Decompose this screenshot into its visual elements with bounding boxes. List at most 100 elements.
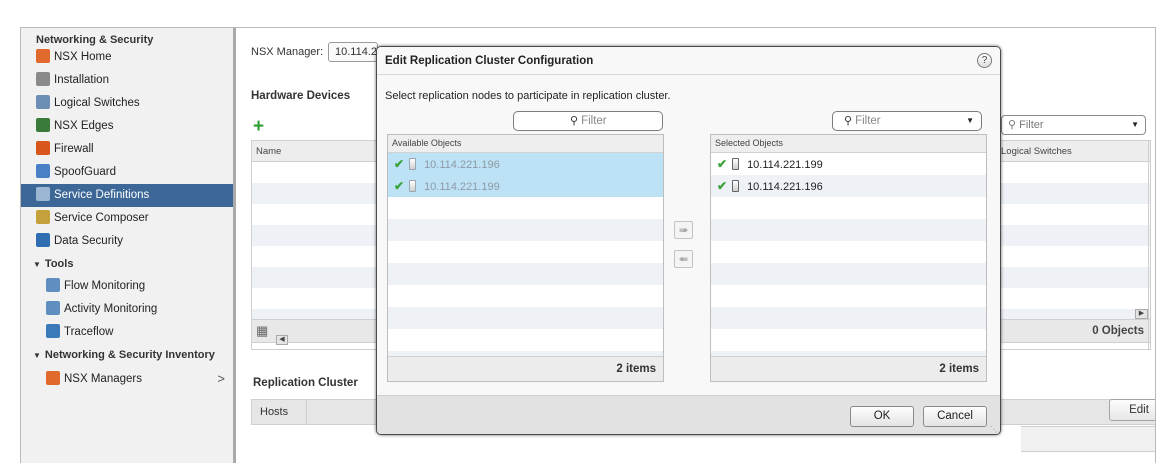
scroll-right-icon[interactable]: ▶ [1135,309,1148,319]
sidebar-item-activity-monitoring[interactable]: Activity Monitoring [21,298,233,321]
list-item-label: 10.114.221.199 [424,181,500,193]
sidebar: Networking & Security NSX Home Installati… [21,28,236,463]
help-icon[interactable]: ? [977,53,992,68]
list-item-label: 10.114.221.196 [424,159,500,171]
collapse-triangle-icon: ▼ [33,260,41,269]
host-device-icon [409,158,417,170]
tools-group-label: Tools [44,258,74,270]
available-objects-header: Available Objects [388,135,663,153]
right-filter-input[interactable]: ⚲ Filter ▼ [1001,115,1146,135]
sidebar-item-logical-switches[interactable]: Logical Switches [21,92,233,115]
service-definitions-icon [36,187,50,201]
installation-icon [36,72,50,86]
selected-filter-placeholder: Filter [855,115,881,127]
ok-button[interactable]: OK [850,406,914,427]
search-icon: ⚲ [1008,119,1017,131]
available-count: 2 items [388,356,663,381]
sidebar-item-traceflow[interactable]: Traceflow [21,321,233,344]
host-device-icon [732,180,740,192]
move-left-arrow-icon[interactable]: ➠ [674,250,693,268]
sidebar-item-nsx-edges[interactable]: NSX Edges [21,115,233,138]
host-device-icon [409,180,417,192]
tools-group[interactable]: ▼ Tools [21,253,233,275]
sidebar-item-nsx-managers[interactable]: NSX Managers > [21,366,233,392]
hosts-label: Hosts [260,406,289,418]
right-filter-placeholder: Filter [1019,119,1044,131]
scroll-left-icon[interactable]: ◀ [276,335,288,345]
cancel-button[interactable]: Cancel [923,406,987,427]
logical-switches-header[interactable]: Logical Switches [997,141,1148,162]
available-filter-input[interactable]: ⚲ Filter [513,111,663,131]
host-device-icon [732,158,740,170]
sidebar-item-spoofguard[interactable]: SpoofGuard [21,161,233,184]
sidebar-item-label: SpoofGuard [54,166,117,178]
nsx-edges-icon [36,118,50,132]
move-right-arrow-icon[interactable]: ➠ [674,221,693,239]
selected-filter-input[interactable]: ⚲ Filter ▼ [832,111,982,131]
sidebar-item-flow-monitoring[interactable]: Flow Monitoring [21,275,233,298]
sidebar-item-label: NSX Home [54,51,112,63]
dropdown-caret-icon[interactable]: ▼ [966,112,974,130]
list-item-label: 10.114.221.199 [747,159,823,171]
sidebar-title: Networking & Security [36,34,154,46]
activity-monitoring-icon [46,301,60,315]
list-item[interactable]: ✔ 10.114.221.199 [711,153,986,175]
check-icon: ✔ [717,179,728,193]
sidebar-item-installation[interactable]: Installation [21,69,233,92]
inventory-group[interactable]: ▼ Networking & Security Inventory [21,344,233,366]
sidebar-item-data-security[interactable]: Data Security [21,230,233,253]
available-filter-placeholder: Filter [581,115,607,127]
sidebar-item-service-composer[interactable]: Service Composer [21,207,233,230]
dropdown-caret-icon[interactable]: ▼ [1131,116,1139,134]
edit-replication-dialog: Edit Replication Cluster Configuration ?… [376,46,1001,435]
check-icon: ✔ [394,179,405,193]
sidebar-item-firewall[interactable]: Firewall [21,138,233,161]
firewall-icon [36,141,50,155]
check-icon: ✔ [717,157,728,171]
manager-label: NSX Manager: [251,46,324,58]
search-icon: ⚲ [570,115,579,127]
sidebar-item-label: Data Security [54,235,124,247]
check-icon: ✔ [394,157,405,171]
sidebar-item-label: NSX Edges [54,120,114,132]
replication-cluster-title: Replication Cluster [253,377,358,389]
selected-rows: ✔ 10.114.221.199 ✔ 10.114.221.196 [711,153,986,357]
spoofguard-icon [36,164,50,178]
edit-button[interactable]: Edit [1109,399,1155,421]
flow-monitoring-icon [46,278,60,292]
selected-count: 2 items [711,356,986,381]
available-objects-list: Available Objects ✔ 10.114.221.196 ✔ 10.114… [387,134,664,382]
dialog-header: Edit Replication Cluster Configuration ? [377,47,1000,75]
dialog-instruction: Select replication nodes to participate … [385,90,671,102]
add-icon[interactable]: + [253,117,264,136]
nsx-managers-icon [46,371,60,385]
sidebar-item-label: Firewall [54,143,94,155]
manager-select[interactable]: 10.114.2 [328,42,378,62]
search-icon: ⚲ [844,115,853,127]
list-item[interactable]: ✔ 10.114.221.199 [388,175,663,197]
resize-grip-icon[interactable]: ⋱ [990,425,998,434]
sidebar-item-label: Activity Monitoring [64,303,158,315]
list-item[interactable]: ✔ 10.114.221.196 [388,153,663,175]
selected-objects-header: Selected Objects [711,135,986,153]
binoculars-icon[interactable]: ▦ [256,323,268,339]
traceflow-icon [46,324,60,338]
available-rows: ✔ 10.114.221.196 ✔ 10.114.221.199 [388,153,663,357]
sidebar-item-label: Service Definitions [54,189,150,201]
sidebar-item-label: Installation [54,74,109,86]
sidebar-item-service-definitions[interactable]: Service Definitions [21,184,233,207]
sidebar-item-label: Service Composer [54,212,149,224]
divider [306,400,307,424]
inventory-group-label: Networking & Security Inventory [44,349,215,361]
sidebar-item-label: Flow Monitoring [64,280,146,292]
data-security-icon [36,233,50,247]
sidebar-item-nsx-home[interactable]: NSX Home [21,46,233,69]
sidebar-item-label: Logical Switches [54,97,140,109]
sidebar-item-label: NSX Managers [64,373,142,385]
collapse-triangle-icon: ▼ [33,351,41,360]
logical-switches-icon [36,95,50,109]
chevron-right-icon[interactable]: > [217,366,225,392]
hosts-bar-right [1021,426,1155,452]
object-count: 0 Objects [996,319,1149,343]
list-item[interactable]: ✔ 10.114.221.196 [711,175,986,197]
